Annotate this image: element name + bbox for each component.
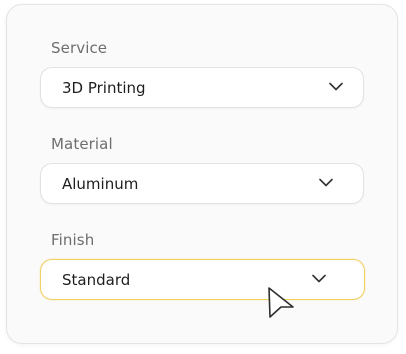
service-selected-value: 3D Printing	[62, 79, 146, 97]
finish-select[interactable]: Standard	[40, 259, 365, 300]
chevron-down-icon	[319, 178, 333, 187]
service-label: Service	[51, 39, 108, 57]
material-label: Material	[51, 135, 113, 153]
material-selected-value: Aluminum	[62, 175, 139, 193]
finish-label: Finish	[51, 231, 95, 249]
service-select[interactable]: 3D Printing	[40, 67, 364, 108]
chevron-down-icon	[312, 274, 326, 283]
material-select[interactable]: Aluminum	[40, 163, 364, 204]
chevron-down-icon	[329, 82, 343, 91]
finish-selected-value: Standard	[62, 271, 131, 289]
mouse-cursor-icon	[268, 287, 294, 318]
